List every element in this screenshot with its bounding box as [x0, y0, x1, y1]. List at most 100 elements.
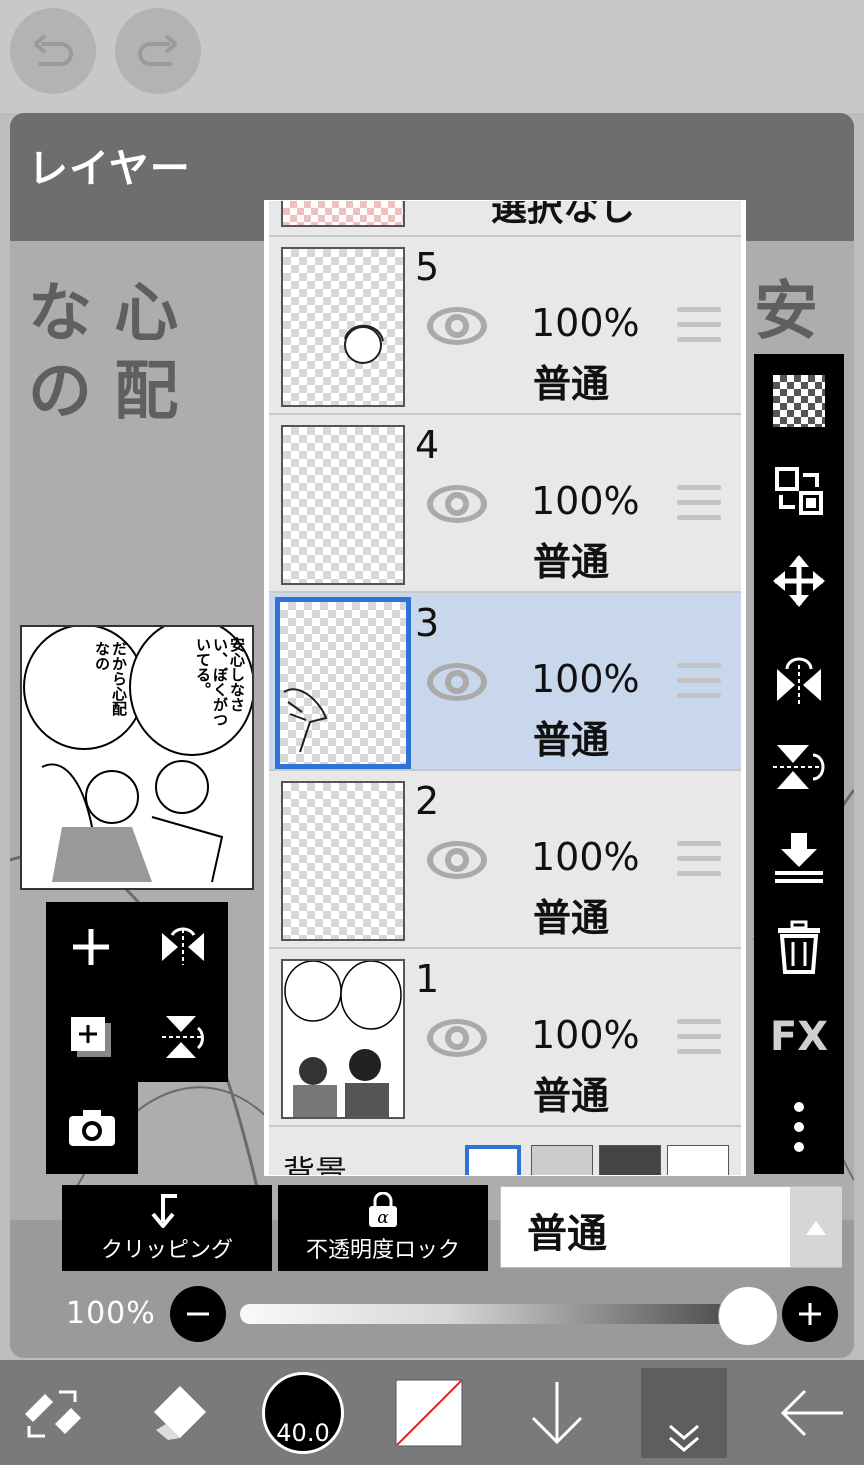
transparency-button[interactable] — [754, 358, 844, 444]
preview-bubble-1: だから心配なの — [93, 641, 128, 716]
selection-layer-thumb — [281, 201, 405, 227]
opacity-decrease-button[interactable] — [170, 1286, 226, 1342]
blend-mode-dropdown-arrow[interactable] — [790, 1187, 842, 1267]
drag-handle-icon[interactable] — [677, 1019, 721, 1057]
flip-horizontal-button[interactable] — [138, 902, 228, 992]
flip-vertical-icon — [773, 745, 825, 789]
bg-white-option[interactable] — [465, 1145, 521, 1175]
color-button[interactable] — [392, 1360, 466, 1465]
brush-size-value: 40.0 — [276, 1418, 330, 1447]
bg-dark-checker-option[interactable] — [599, 1145, 661, 1175]
trash-icon — [778, 920, 820, 974]
fx-button[interactable]: FX — [754, 994, 844, 1080]
layer-row-3[interactable]: 3 100% 普通 — [269, 593, 741, 771]
layer-number: 4 — [415, 423, 440, 467]
bg-transparent-option[interactable] — [667, 1145, 729, 1175]
more-button[interactable] — [754, 1084, 844, 1170]
background-row[interactable]: 背景 — [269, 1127, 741, 1175]
opacity-slider-track[interactable] — [240, 1304, 760, 1324]
minus-icon — [187, 1312, 209, 1316]
layer-thumb-1 — [281, 959, 405, 1119]
layer-blend-mode: 普通 — [533, 896, 610, 940]
camera-pad — [46, 1082, 138, 1174]
bg-gray-checker-option[interactable] — [531, 1145, 593, 1175]
blend-mode-value: 普通 — [527, 1211, 607, 1257]
layer-window-title: レイヤー — [28, 146, 191, 192]
clipping-icon — [151, 1194, 177, 1228]
undo-button[interactable] — [10, 8, 96, 94]
merge-down-button[interactable] — [754, 814, 844, 900]
opacity-lock-button[interactable]: α 不透明度ロック — [278, 1185, 488, 1271]
move-icon — [773, 555, 825, 607]
clipping-button[interactable]: クリッピング — [62, 1185, 272, 1271]
flip-vertical-button[interactable] — [138, 992, 228, 1082]
drag-handle-icon[interactable] — [677, 841, 721, 879]
layer-row-5[interactable]: 5 100% 普通 — [269, 237, 741, 415]
layer-opacity: 100% — [531, 479, 640, 523]
layer-thumb-5 — [281, 247, 405, 407]
more-icon — [794, 1102, 804, 1152]
flip-horizontal-button[interactable] — [754, 638, 844, 724]
visibility-eye-icon[interactable] — [425, 481, 489, 527]
add-layer-button[interactable] — [46, 902, 136, 992]
brush-size-button[interactable]: 40.0 — [258, 1360, 348, 1465]
layer-row-2[interactable]: 2 100% 普通 — [269, 771, 741, 949]
down-arrow-icon — [531, 1381, 583, 1444]
layer-blend-mode: 普通 — [533, 718, 610, 762]
swap-layer-button[interactable] — [754, 448, 844, 534]
opacity-slider-knob[interactable] — [718, 1286, 778, 1346]
layer-blend-mode: 普通 — [533, 362, 610, 406]
lock-alpha-icon: α — [369, 1192, 397, 1228]
visibility-eye-icon[interactable] — [425, 659, 489, 705]
color-swatch — [395, 1379, 463, 1446]
redo-icon — [138, 34, 178, 66]
drag-handle-icon[interactable] — [677, 485, 721, 523]
camera-icon — [69, 1110, 115, 1146]
layer-blend-mode: 普通 — [533, 540, 610, 584]
layer-tool-pad — [46, 902, 228, 1082]
undo-icon — [33, 34, 73, 66]
camera-button[interactable] — [46, 1082, 138, 1174]
background-label: 背景 — [283, 1153, 348, 1175]
collapse-icon — [669, 1424, 699, 1452]
move-button[interactable] — [754, 538, 844, 624]
layer-opacity: 100% — [531, 835, 640, 879]
visibility-eye-icon[interactable] — [425, 1015, 489, 1061]
duplicate-layer-button[interactable] — [46, 992, 136, 1082]
redo-button[interactable] — [115, 8, 201, 94]
tool-switch-button[interactable] — [0, 1360, 104, 1465]
add-layer-copy-icon — [71, 1017, 111, 1057]
layer-down-button[interactable] — [510, 1360, 604, 1465]
layer-thumb-2 — [281, 781, 405, 941]
layers-list[interactable]: 選択なし 5 100% 普通 4 100% 普通 3 100% 普通 2 100… — [264, 200, 746, 1176]
layer-opacity: 100% — [531, 1013, 640, 1057]
layer-row-1[interactable]: 1 100% 普通 — [269, 949, 741, 1127]
drag-handle-icon[interactable] — [677, 307, 721, 345]
selection-layer-row[interactable]: 選択なし — [269, 201, 741, 237]
drag-handle-icon[interactable] — [677, 663, 721, 701]
clipping-label: クリッピング — [100, 1238, 233, 1263]
merge-down-icon — [775, 833, 823, 883]
delete-layer-button[interactable] — [754, 904, 844, 990]
canvas-preview[interactable]: だから心配なの 安心しなさい、ぼくがついてる。 — [20, 625, 254, 890]
collapse-button[interactable] — [640, 1360, 728, 1465]
tool-switch-icon — [25, 1390, 81, 1437]
eraser-icon — [154, 1385, 206, 1440]
triangle-up-icon — [806, 1221, 826, 1235]
visibility-eye-icon[interactable] — [425, 837, 489, 883]
layer-row-4[interactable]: 4 100% 普通 — [269, 415, 741, 593]
add-layer-icon — [73, 929, 109, 965]
opacity-increase-button[interactable] — [782, 1286, 838, 1342]
back-arrow-icon — [780, 1389, 843, 1436]
layer-number: 2 — [415, 779, 440, 823]
back-button[interactable] — [760, 1360, 864, 1465]
selection-layer-label: 選択なし — [491, 201, 636, 229]
layer-number: 1 — [415, 957, 440, 1001]
layer-blend-mode: 普通 — [533, 1074, 610, 1118]
eraser-button[interactable] — [130, 1360, 224, 1465]
flip-vertical-button[interactable] — [754, 724, 844, 810]
layer-number: 5 — [415, 245, 440, 289]
layer-thumb-3 — [275, 597, 411, 769]
layer-opacity: 100% — [531, 301, 640, 345]
visibility-eye-icon[interactable] — [425, 303, 489, 349]
